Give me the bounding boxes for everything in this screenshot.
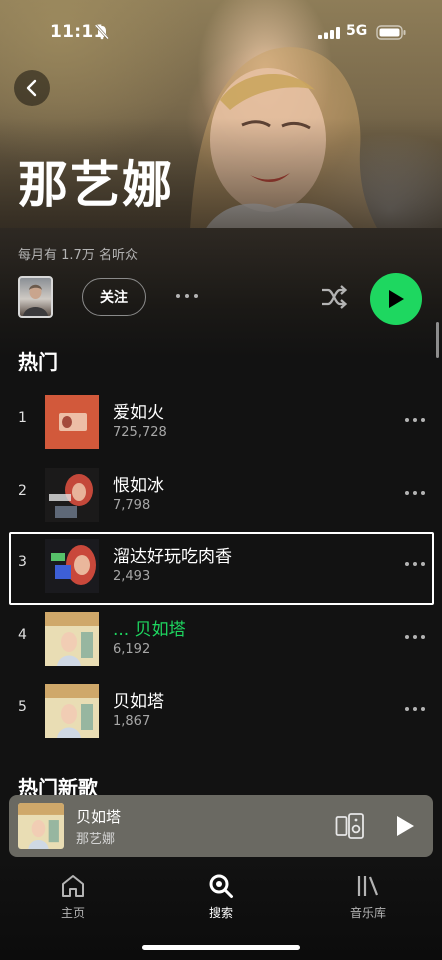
track-cover — [45, 395, 99, 449]
play-button[interactable] — [370, 273, 422, 325]
now-playing-title: 贝如塔 — [76, 808, 122, 826]
track-title-playing: ... 贝如塔 — [113, 620, 186, 640]
track-title: 溜达好玩吃肉香 — [113, 547, 232, 567]
more-icon[interactable] — [404, 705, 426, 713]
now-playing-artist: 那艺娜 — [76, 832, 116, 847]
search-icon — [209, 874, 233, 898]
nav-search[interactable]: 搜索 — [176, 873, 266, 929]
more-icon[interactable] — [404, 416, 426, 424]
battery-icon — [376, 25, 406, 40]
library-icon — [357, 876, 379, 896]
monthly-listeners: 每月有 1.7万 名听众 — [18, 248, 138, 263]
track-rank: 2 — [18, 483, 27, 499]
nav-library[interactable]: 音乐库 — [323, 873, 413, 929]
chevron-left-icon — [26, 79, 37, 97]
track-cover — [45, 539, 99, 593]
scrollbar[interactable] — [436, 322, 439, 358]
track-rank: 1 — [18, 410, 27, 426]
nav-search-label: 搜索 — [208, 906, 233, 920]
artist-thumbnail-image — [23, 284, 48, 316]
track-plays: 7,798 — [113, 498, 151, 513]
track-row[interactable]: 3 溜达好玩吃肉香 2,493 — [0, 532, 442, 605]
track-plays: 2,493 — [113, 569, 151, 584]
network-type: 5G — [346, 23, 368, 39]
more-icon[interactable] — [404, 633, 426, 641]
nav-library-label: 音乐库 — [349, 906, 386, 920]
track-plays: 1,867 — [113, 714, 151, 729]
artist-thumbnail[interactable] — [18, 276, 53, 318]
track-row[interactable]: 5 贝如塔 1,867 — [0, 677, 442, 745]
artist-name: 那艺娜 — [18, 156, 174, 214]
track-cover — [45, 684, 99, 738]
popular-section-title: 热门 — [18, 350, 58, 374]
play-icon — [389, 290, 404, 308]
track-row[interactable]: 1 爱如火 725,728 — [0, 388, 442, 456]
nav-home[interactable]: 主页 — [28, 873, 118, 929]
now-playing-cover — [18, 803, 64, 849]
back-button[interactable] — [14, 70, 50, 106]
track-title: 贝如塔 — [113, 692, 164, 712]
nav-home-label: 主页 — [60, 906, 85, 920]
track-row[interactable]: 4 ... 贝如塔 6,192 — [0, 605, 442, 673]
home-icon — [62, 875, 84, 897]
track-cover — [45, 468, 99, 522]
more-icon[interactable] — [404, 560, 426, 568]
track-row[interactable]: 2 恨如冰 7,798 — [0, 461, 442, 529]
follow-button[interactable]: 关注 — [82, 278, 146, 316]
muted-bell-icon — [95, 24, 109, 40]
track-cover — [45, 612, 99, 666]
track-rank: 3 — [18, 554, 27, 570]
track-plays: 725,728 — [113, 425, 167, 440]
shuffle-icon[interactable] — [320, 284, 348, 310]
more-icon[interactable] — [404, 489, 426, 497]
now-playing-bar[interactable]: 贝如塔 那艺娜 — [9, 795, 433, 857]
track-title: 爱如火 — [113, 403, 164, 423]
track-title: 恨如冰 — [113, 476, 164, 496]
play-icon[interactable] — [394, 814, 416, 838]
track-rank: 4 — [18, 627, 27, 643]
devices-icon[interactable] — [335, 813, 365, 839]
track-plays: 6,192 — [113, 642, 151, 657]
signal-icon — [318, 27, 340, 39]
home-indicator — [142, 945, 300, 950]
track-rank: 5 — [18, 699, 27, 715]
more-icon[interactable] — [174, 290, 200, 302]
artist-photo — [190, 47, 377, 228]
